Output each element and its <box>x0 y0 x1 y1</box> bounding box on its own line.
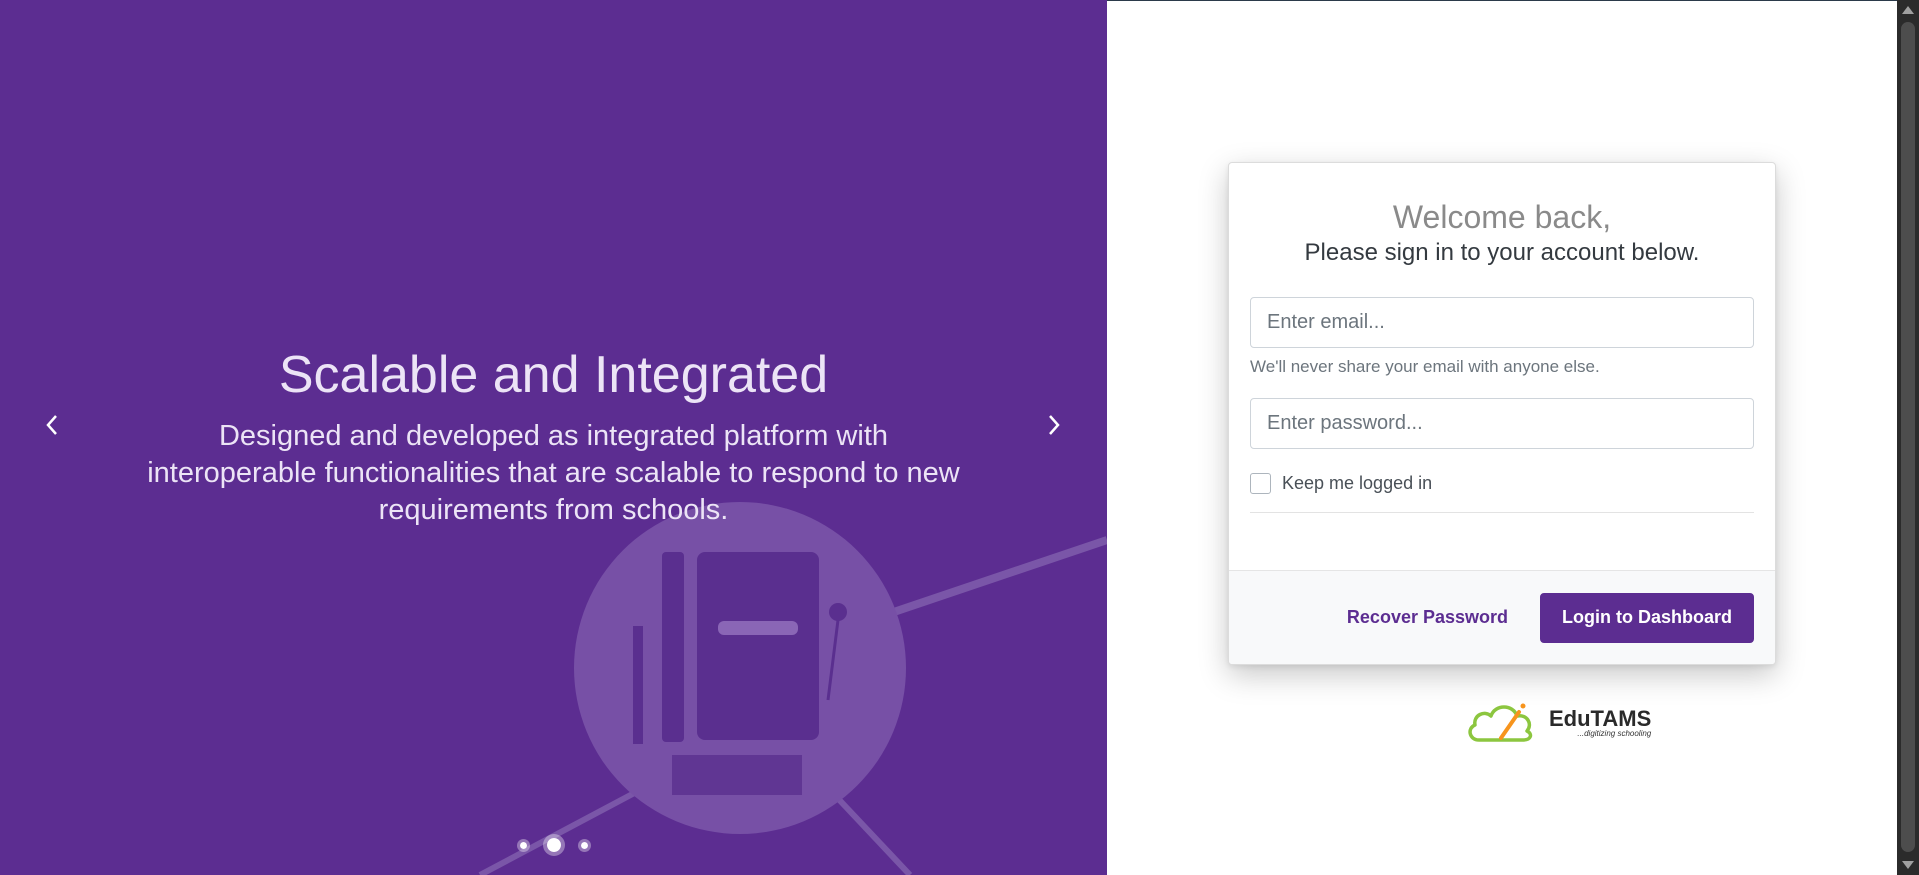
login-page: Scalable and Integrated Designed and dev… <box>0 0 1919 875</box>
remember-me-label[interactable]: Keep me logged in <box>1282 473 1432 494</box>
carousel-indicator-1[interactable] <box>516 838 530 852</box>
cloud-pencil-logo-icon <box>1468 703 1533 742</box>
carousel-indicators <box>0 834 1107 856</box>
email-help-text: We'll never share your email with anyone… <box>1250 357 1600 376</box>
brand-name: EduTAMS <box>1549 705 1652 731</box>
scroll-up-icon[interactable] <box>1902 6 1914 14</box>
hero-carousel: Scalable and Integrated Designed and dev… <box>0 0 1107 875</box>
login-card-footer: Recover Password Login to Dashboard <box>1229 570 1775 664</box>
carousel-prev-button[interactable] <box>27 400 77 450</box>
signin-subtitle: Please sign in to your account below. <box>1304 239 1700 266</box>
scroll-down-icon[interactable] <box>1902 861 1914 869</box>
remember-me-row: Keep me logged in <box>1250 473 1754 513</box>
slide-text: Designed and developed as integrated pla… <box>147 420 960 526</box>
chevron-left-icon <box>46 415 57 435</box>
login-card-body: Welcome back, Please sign in to your acc… <box>1229 163 1775 513</box>
page-scrollbar[interactable] <box>1897 0 1919 875</box>
remember-me-checkbox[interactable] <box>1250 473 1271 494</box>
chevron-right-icon <box>1049 415 1060 435</box>
password-group <box>1250 398 1754 449</box>
scroll-thumb[interactable] <box>1901 22 1915 852</box>
carousel-indicator-2[interactable] <box>542 834 565 856</box>
brand-logo: EduTAMS ...digitizing schooling <box>1465 698 1651 746</box>
login-button[interactable]: Login to Dashboard <box>1540 592 1754 643</box>
brand-text: EduTAMS ...digitizing schooling <box>1549 705 1652 738</box>
login-card: Welcome back, Please sign in to your acc… <box>1228 162 1776 665</box>
recover-password-button[interactable]: Recover Password <box>1327 593 1528 642</box>
password-input[interactable] <box>1250 398 1754 449</box>
slide-caption: Scalable and Integrated Designed and dev… <box>110 340 997 529</box>
welcome-heading: Welcome back, <box>1392 199 1612 235</box>
email-input[interactable] <box>1250 297 1754 348</box>
carousel-next-button[interactable] <box>1029 400 1079 450</box>
slide-title: Scalable and Integrated <box>278 346 829 404</box>
login-panel: Welcome back, Please sign in to your acc… <box>1107 0 1897 875</box>
carousel-indicator-3[interactable] <box>577 838 591 852</box>
